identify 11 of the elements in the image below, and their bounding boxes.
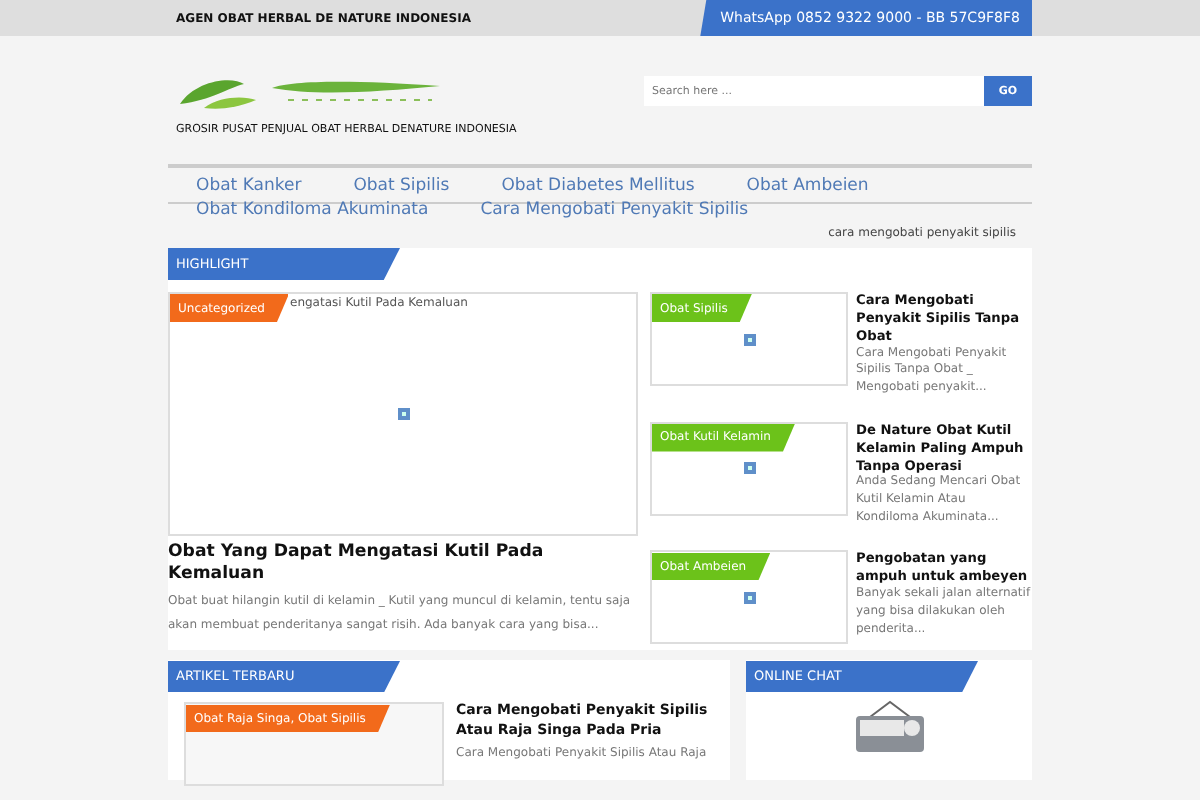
broken-image-icon [743,591,755,604]
broken-image-icon [743,462,755,475]
post-title[interactable]: Obat Yang Dapat Mengatasi Kutil Pada Kemaluan [168,536,638,591]
nav-link[interactable]: Obat Kanker [196,176,302,198]
nav-link[interactable]: Obat Diabetes Mellitus [501,176,695,198]
nav-link[interactable]: Obat Kondiloma Akuminata [196,200,429,222]
nav-link[interactable]: Obat Sipilis [353,176,450,198]
nav-link[interactable]: Cara Mengobati Penyakit Sipilis [480,200,748,222]
nav-link[interactable]: Obat Ambeien [746,176,869,198]
broken-image-icon [397,408,409,420]
broken-image-icon [743,333,755,345]
